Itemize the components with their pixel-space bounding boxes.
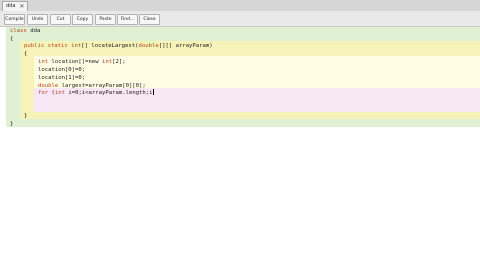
code-line-10: } (24, 113, 28, 119)
close-button[interactable]: Close (139, 14, 160, 25)
tab-dda[interactable]: dda ✕ (2, 1, 29, 11)
undo-button[interactable]: Undo (27, 14, 48, 25)
text-cursor (152, 89, 154, 95)
paste-button[interactable]: Paste (95, 14, 116, 25)
code-line-3: public static int[] locateLargest(double… (24, 43, 213, 49)
code-line-1: class dda (10, 28, 41, 34)
cut-button[interactable]: Cut (50, 14, 71, 25)
toolbar: Compile Undo Cut Copy Paste Find... Clos… (0, 11, 480, 27)
code-editor[interactable]: class dda { public static int[] locateLa… (0, 27, 480, 270)
code-line-9: for (int i=0;i<arrayParam.length;i (38, 89, 154, 96)
compile-button[interactable]: Compile (4, 14, 25, 25)
code-line-6: location[0]=0; (38, 67, 86, 73)
find-button[interactable]: Find... (117, 14, 138, 25)
code-line-5: int location[]=new int[2]; (38, 59, 126, 65)
code-line-4: { (24, 51, 28, 57)
code-line-2: { (10, 36, 14, 42)
tab-label: dda (6, 3, 16, 9)
copy-button[interactable]: Copy (72, 14, 93, 25)
close-icon[interactable]: ✕ (19, 2, 24, 11)
code-line-7: location[1]=0; (38, 75, 86, 81)
code-line-11: } (10, 121, 14, 127)
